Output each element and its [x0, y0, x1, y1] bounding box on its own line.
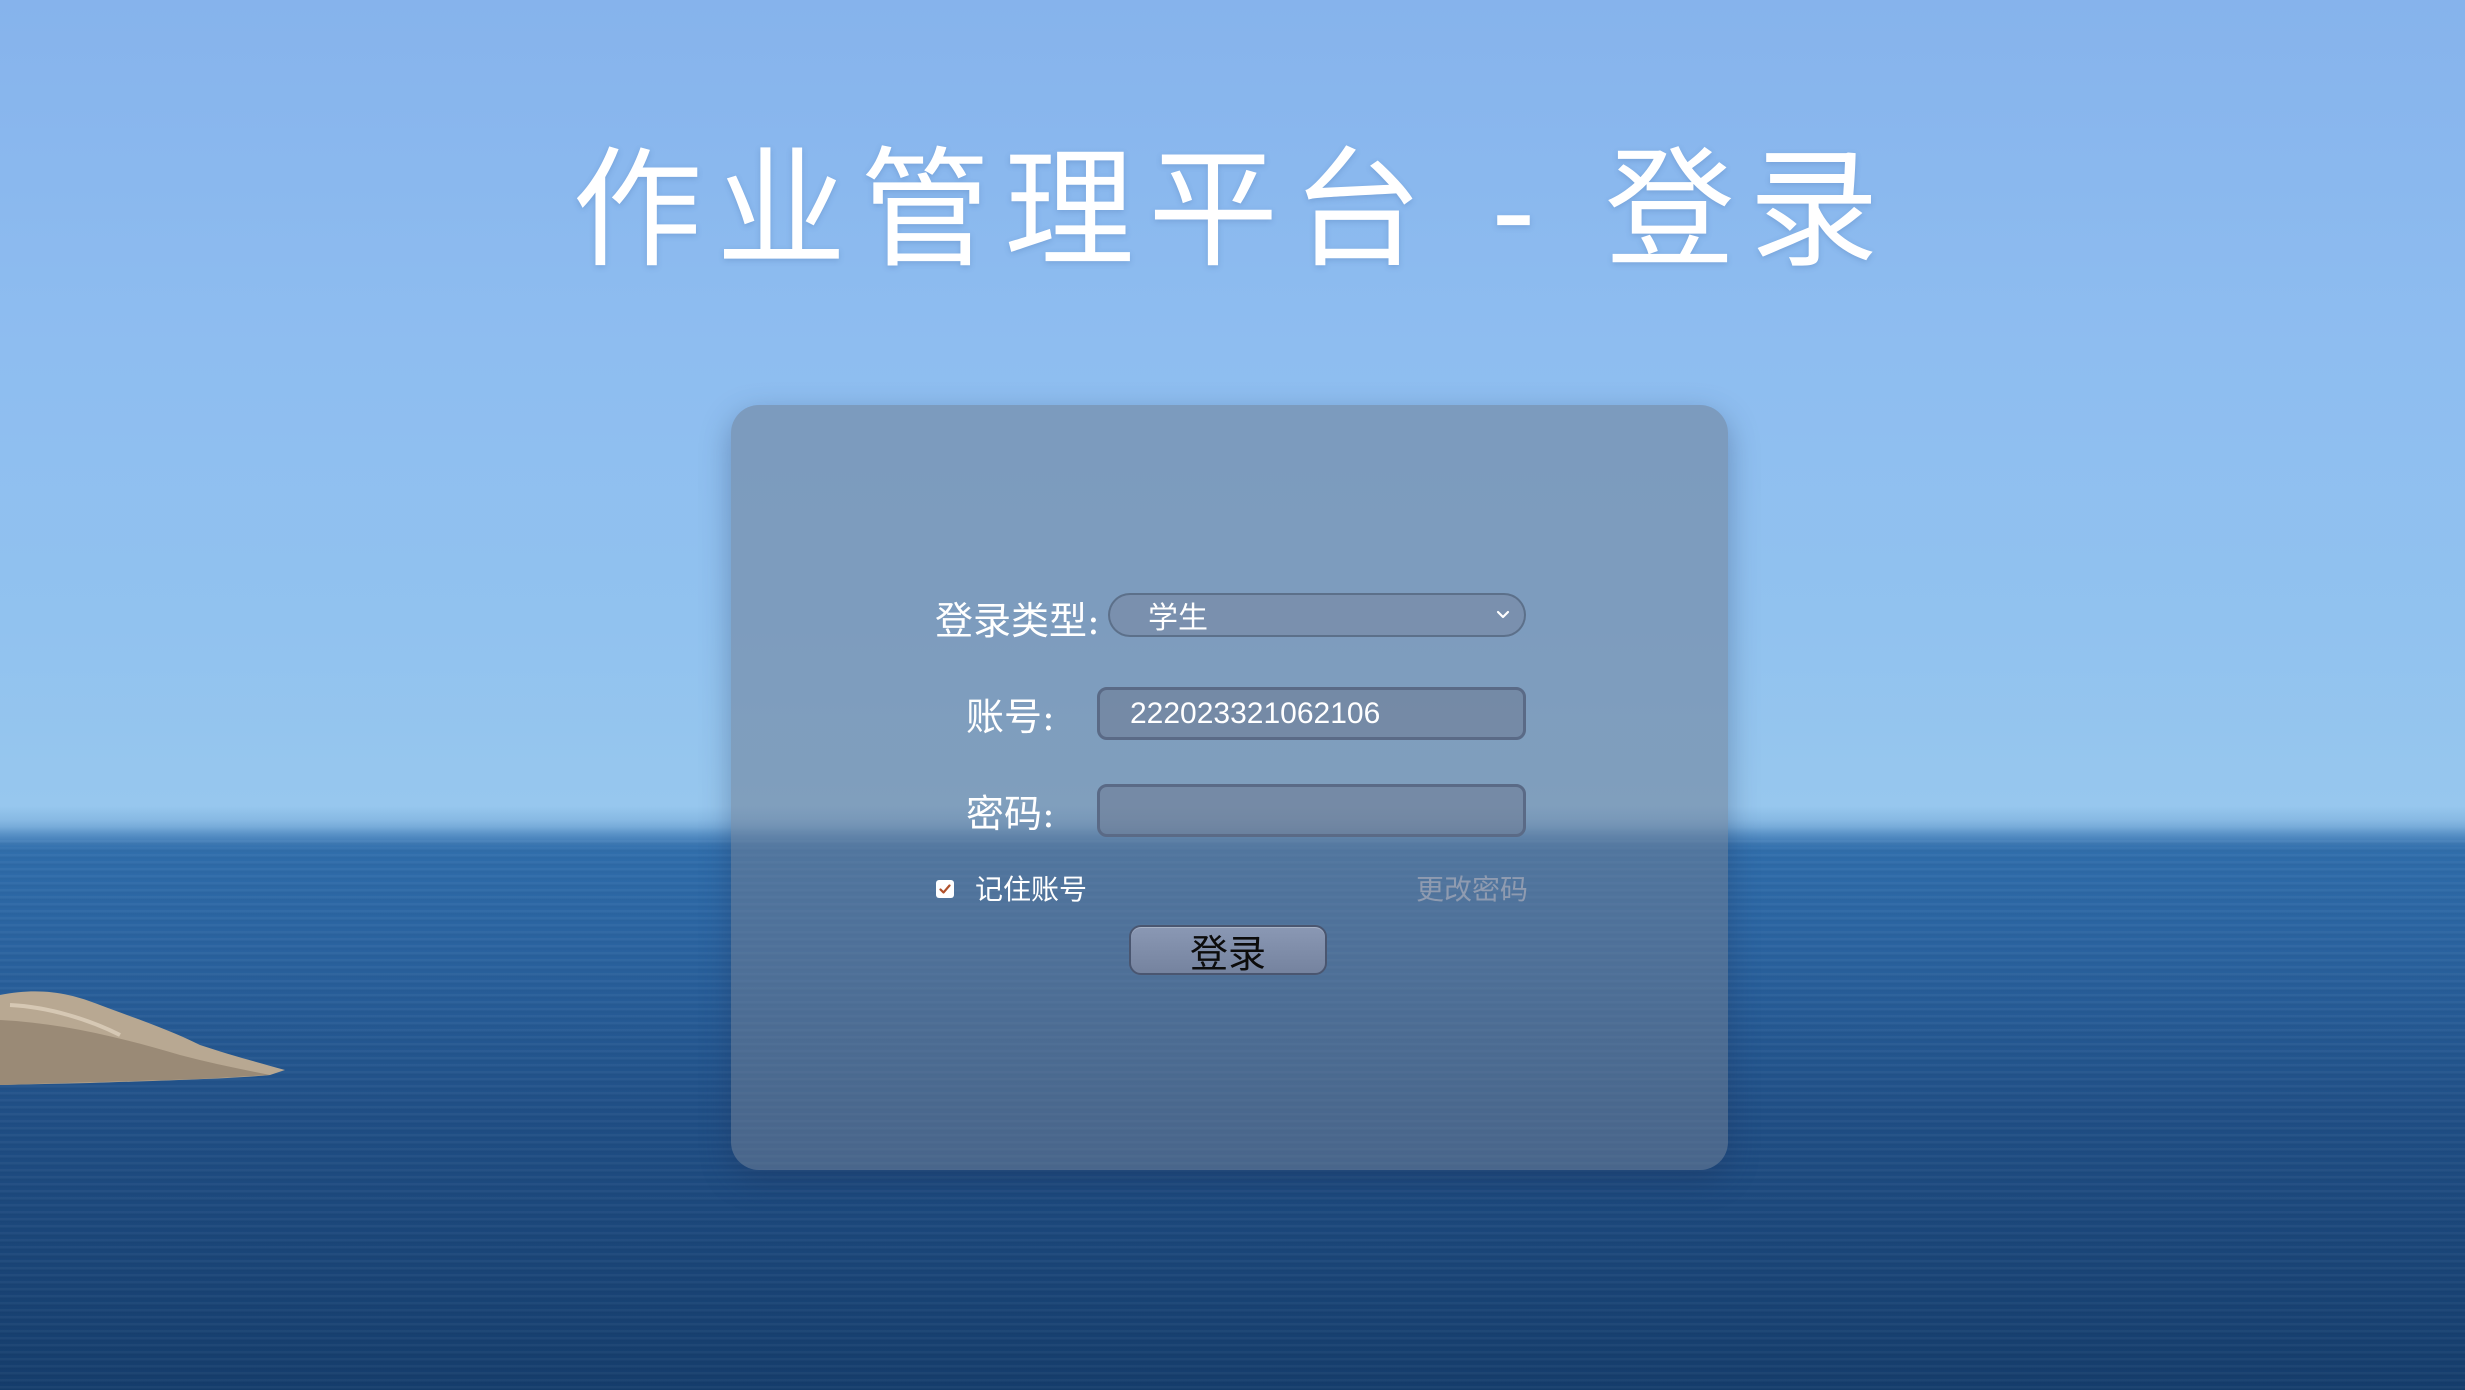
account-value: 222023321062106: [1130, 696, 1381, 730]
login-button[interactable]: 登录: [1129, 925, 1327, 976]
password-field[interactable]: [1097, 784, 1526, 837]
chevron-down-icon: [1496, 610, 1510, 619]
check-icon: [939, 884, 951, 894]
rock-islet: [0, 991, 285, 1085]
login-type-label: 登录类型:: [935, 599, 1100, 643]
remember-label: 记住账号: [975, 873, 1088, 906]
page-title: 作业管理平台 - 登录: [572, 134, 1893, 286]
remember-checkbox[interactable]: [936, 880, 954, 898]
account-field[interactable]: 222023321062106: [1097, 687, 1526, 740]
change-password-link[interactable]: 更改密码: [1416, 868, 1528, 908]
login-type-value: 学生: [1148, 601, 1208, 636]
account-label: 账号:: [966, 695, 1055, 739]
password-label: 密码:: [966, 792, 1055, 836]
login-type-select[interactable]: 学生: [1108, 593, 1526, 637]
